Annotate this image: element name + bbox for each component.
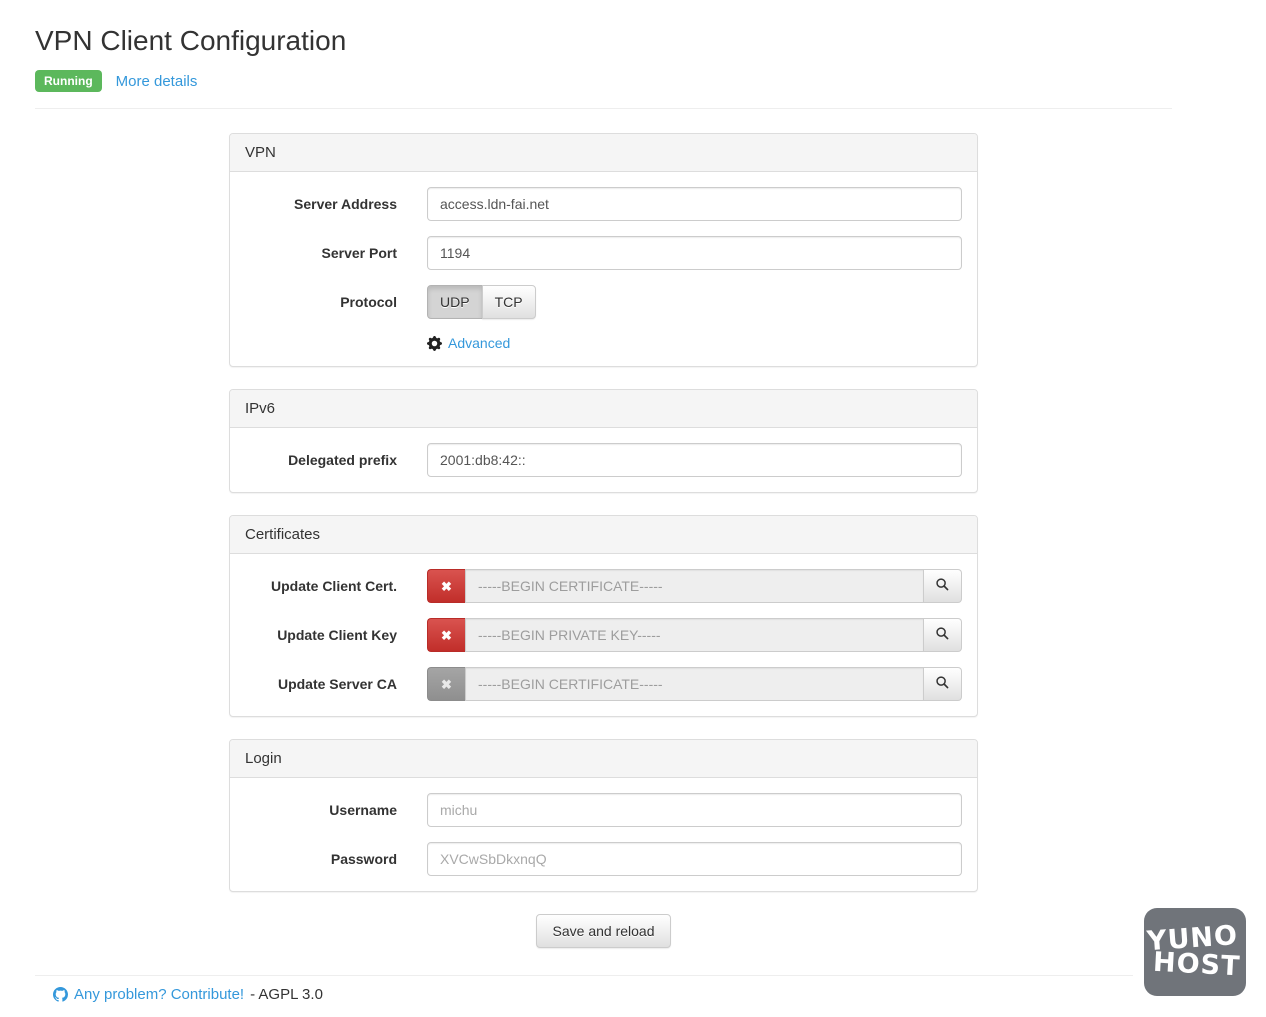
client-key-row: Update Client Key ✖ bbox=[245, 618, 962, 652]
client-cert-browse-button[interactable] bbox=[924, 569, 962, 603]
panel-ipv6-body: Delegated prefix bbox=[230, 428, 977, 492]
footer-line: Any problem? Contribute! - AGPL 3.0 bbox=[0, 976, 1266, 1017]
client-cert-row: Update Client Cert. ✖ bbox=[245, 569, 962, 603]
page-title: VPN Client Configuration bbox=[35, 25, 1266, 57]
server-address-label: Server Address bbox=[245, 196, 397, 212]
save-row: Save and reload bbox=[229, 914, 978, 948]
server-ca-browse-button[interactable] bbox=[924, 667, 962, 701]
search-icon bbox=[935, 675, 950, 693]
server-ca-row: Update Server CA ✖ bbox=[245, 667, 962, 701]
panel-certificates-body: Update Client Cert. ✖ bbox=[230, 554, 977, 716]
client-key-input[interactable] bbox=[465, 618, 924, 652]
panel-certificates: Certificates Update Client Cert. ✖ bbox=[229, 515, 978, 717]
server-port-label: Server Port bbox=[245, 245, 397, 261]
server-address-row: Server Address bbox=[245, 187, 962, 221]
panel-login-body: Username Password bbox=[230, 778, 977, 891]
delegated-prefix-label: Delegated prefix bbox=[245, 452, 397, 468]
server-ca-remove-button-disabled: ✖ bbox=[427, 667, 465, 701]
protocol-row: Protocol UDP TCP bbox=[245, 285, 962, 319]
search-icon bbox=[935, 626, 950, 644]
panel-ipv6-heading: IPv6 bbox=[230, 390, 977, 428]
protocol-toggle-group: UDP TCP bbox=[427, 285, 536, 319]
panel-vpn-body: Server Address Server Port Protocol UDP … bbox=[230, 172, 977, 366]
save-and-reload-button[interactable]: Save and reload bbox=[536, 914, 672, 948]
x-icon: ✖ bbox=[441, 678, 452, 691]
client-key-label: Update Client Key bbox=[245, 627, 397, 643]
advanced-row: Advanced bbox=[427, 335, 962, 351]
client-key-remove-button[interactable]: ✖ bbox=[427, 618, 465, 652]
client-cert-input[interactable] bbox=[465, 569, 924, 603]
license-text: - AGPL 3.0 bbox=[250, 986, 323, 1003]
username-input[interactable] bbox=[427, 793, 962, 827]
status-badge: Running bbox=[35, 70, 102, 92]
github-icon bbox=[53, 987, 68, 1002]
page-header: VPN Client Configuration Running More de… bbox=[0, 0, 1266, 92]
panel-ipv6: IPv6 Delegated prefix bbox=[229, 389, 978, 493]
server-port-input[interactable] bbox=[427, 236, 962, 270]
panel-login-heading: Login bbox=[230, 740, 977, 778]
password-input[interactable] bbox=[427, 842, 962, 876]
panel-certificates-title: Certificates bbox=[245, 526, 962, 543]
client-cert-label: Update Client Cert. bbox=[245, 578, 397, 594]
panel-vpn-heading: VPN bbox=[230, 134, 977, 172]
more-details-link[interactable]: More details bbox=[116, 73, 198, 90]
password-row: Password bbox=[245, 842, 962, 876]
yunohost-logo: YUNO HOST bbox=[1144, 908, 1246, 996]
delegated-prefix-row: Delegated prefix bbox=[245, 443, 962, 477]
main-content: VPN Server Address Server Port Protocol … bbox=[229, 133, 978, 948]
panel-certificates-heading: Certificates bbox=[230, 516, 977, 554]
panel-login: Login Username Password bbox=[229, 739, 978, 892]
panel-ipv6-title: IPv6 bbox=[245, 400, 962, 417]
protocol-tcp-button[interactable]: TCP bbox=[482, 285, 536, 319]
panel-login-title: Login bbox=[245, 750, 962, 767]
yunohost-logo-line2: HOST bbox=[1153, 950, 1242, 980]
password-label: Password bbox=[245, 851, 397, 867]
search-icon bbox=[935, 577, 950, 595]
status-row: Running More details bbox=[35, 70, 1266, 92]
delegated-prefix-input[interactable] bbox=[427, 443, 962, 477]
client-key-browse-button[interactable] bbox=[924, 618, 962, 652]
x-icon: ✖ bbox=[441, 629, 452, 642]
gear-icon bbox=[427, 336, 442, 351]
server-address-input[interactable] bbox=[427, 187, 962, 221]
protocol-udp-button[interactable]: UDP bbox=[427, 285, 483, 319]
username-label: Username bbox=[245, 802, 397, 818]
server-port-row: Server Port bbox=[245, 236, 962, 270]
footer: Any problem? Contribute! - AGPL 3.0 bbox=[0, 975, 1266, 1017]
header-divider bbox=[35, 108, 1172, 109]
server-ca-label: Update Server CA bbox=[245, 676, 397, 692]
panel-vpn: VPN Server Address Server Port Protocol … bbox=[229, 133, 978, 367]
username-row: Username bbox=[245, 793, 962, 827]
server-ca-input[interactable] bbox=[465, 667, 924, 701]
client-cert-remove-button[interactable]: ✖ bbox=[427, 569, 465, 603]
advanced-link[interactable]: Advanced bbox=[448, 335, 510, 351]
protocol-label: Protocol bbox=[245, 294, 397, 310]
contribute-link[interactable]: Any problem? Contribute! bbox=[74, 986, 244, 1003]
x-icon: ✖ bbox=[441, 580, 452, 593]
panel-vpn-title: VPN bbox=[245, 144, 962, 161]
